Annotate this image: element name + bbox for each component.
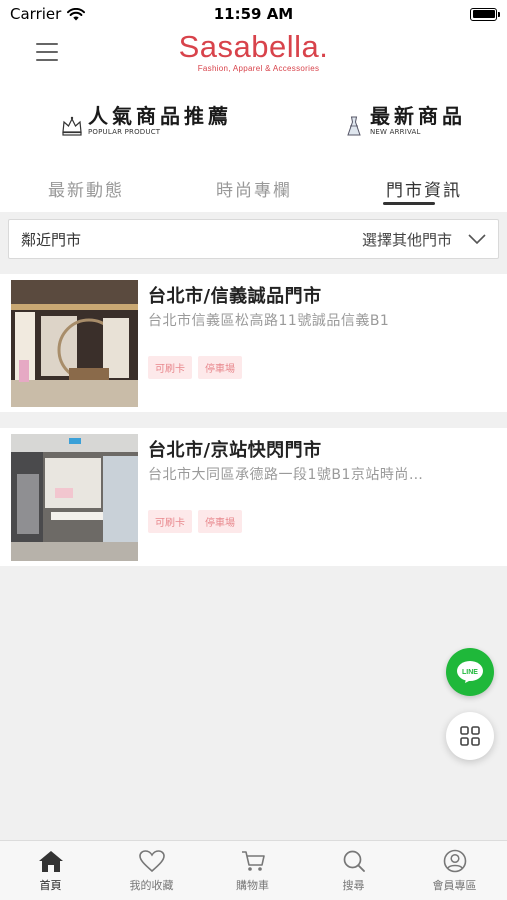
home-icon [38,851,63,872]
cart-icon [241,851,265,871]
store-address: 台北市信義區松高路11號誠品信義B1 [148,313,390,329]
store-photo[interactable] [11,434,138,561]
new-arrival-subtitle: NEW ARRIVAL [370,127,421,136]
brand-logo: Sasabella. Fashion, Apparel & Accessorie… [0,29,507,74]
new-arrival-title: 最新商品 [370,103,466,128]
app-header: Sasabella. Fashion, Apparel & Accessorie… [0,28,507,88]
parking-badge: 停車場 [198,510,242,533]
store-filter-dropdown[interactable]: 鄰近門市 選擇其他門市 [8,219,499,259]
line-label: LINE [462,669,478,676]
tab-fashion-column[interactable]: 時尚專欄 [216,176,292,201]
heart-icon [138,850,165,873]
store-photo[interactable] [11,280,138,407]
status-bar: Carrier 11:59 AM [0,0,507,28]
carrier-info: Carrier [10,5,86,23]
popular-product-link[interactable]: 人氣商品推薦 POPULAR PRODUCT [60,100,232,138]
tab-search-label: 搜尋 [342,879,365,892]
store-name[interactable]: 台北市/京站快閃門市 [148,436,322,462]
content-tabs: 最新動態 時尚專欄 門市資訊 [0,160,507,212]
logo-subtitle: Fashion, Apparel & Accessories [197,64,320,73]
filter-current-label: 鄰近門市 [21,230,82,249]
tab-latest-news[interactable]: 最新動態 [48,176,124,201]
active-tab-indicator [383,202,435,205]
bottom-tab-bar: 首頁 我的收藏 購物車 搜尋 會員專區 [0,840,507,900]
credit-card-badge: 可刷卡 [148,510,192,533]
wifi-icon [67,7,86,20]
dress-icon [347,116,361,136]
new-arrival-link[interactable]: 最新商品 NEW ARRIVAL [342,100,466,138]
tab-favorites-label: 我的收藏 [129,879,174,892]
grid-icon [460,726,480,746]
credit-card-badge: 可刷卡 [148,356,192,379]
grid-menu-button[interactable] [446,712,494,760]
store-address: 台北市大同區承德路一段1號B1京站時尚… [148,467,424,483]
filter-select-label: 選擇其他門市 [361,230,452,249]
store-card[interactable]: 台北市/信義誠品門市 台北市信義區松高路11號誠品信義B1 可刷卡 停車場 [0,274,507,412]
line-chat-button[interactable]: LINE [446,648,494,696]
tab-cart[interactable]: 購物車 [202,849,303,893]
crown-icon [62,116,82,136]
parking-badge: 停車場 [198,356,242,379]
battery-icon [470,7,500,21]
store-card[interactable]: 台北市/京站快閃門市 台北市大同區承德路一段1號B1京站時尚… 可刷卡 停車場 [0,428,507,566]
line-icon: LINE [457,661,483,683]
tab-favorites[interactable]: 我的收藏 [101,849,202,893]
tab-cart-label: 購物車 [236,879,269,892]
tab-member-label: 會員專區 [432,879,477,892]
tab-home[interactable]: 首頁 [0,849,101,893]
tab-store-info[interactable]: 門市資訊 [386,176,462,201]
tab-search[interactable]: 搜尋 [303,849,404,893]
carrier-label: Carrier [10,5,62,23]
logo-title: Sasabella. [178,29,329,64]
tab-member[interactable]: 會員專區 [404,849,505,893]
promo-row: 人氣商品推薦 POPULAR PRODUCT 最新商品 NEW ARRIVAL [0,88,507,160]
popular-product-title: 人氣商品推薦 [88,103,232,128]
user-icon [443,849,466,873]
popular-product-subtitle: POPULAR PRODUCT [88,127,161,136]
search-icon [343,850,365,872]
chevron-down-icon [468,234,486,244]
tab-home-label: 首頁 [39,879,62,892]
store-name[interactable]: 台北市/信義誠品門市 [148,282,322,308]
